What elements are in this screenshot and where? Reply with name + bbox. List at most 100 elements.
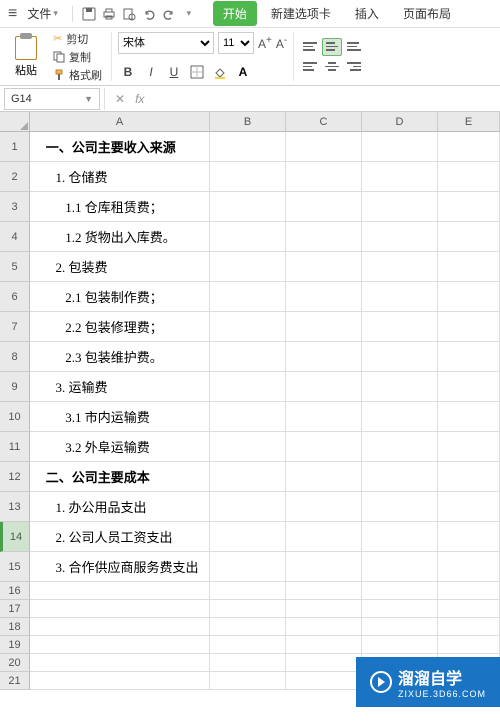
cell[interactable] (210, 192, 286, 222)
cell[interactable]: 2.1 包装制作费； (30, 282, 210, 312)
cell[interactable] (286, 252, 362, 282)
font-color-button[interactable]: A (233, 62, 253, 82)
cell[interactable]: 3. 运输费 (30, 372, 210, 402)
cell[interactable] (286, 654, 362, 672)
cell[interactable] (362, 432, 438, 462)
row-header[interactable]: 15 (0, 552, 30, 582)
cell[interactable]: 二、公司主要成本 (30, 462, 210, 492)
formula-input[interactable] (154, 88, 500, 110)
cell[interactable] (438, 600, 500, 618)
align-top-button[interactable] (300, 38, 320, 56)
cell[interactable] (210, 372, 286, 402)
cell[interactable] (210, 252, 286, 282)
chevron-down-icon[interactable]: ▾ (181, 6, 197, 22)
cell[interactable]: 一、公司主要收入来源 (30, 132, 210, 162)
tab-page-layout[interactable]: 页面布局 (393, 1, 461, 26)
cell[interactable] (210, 312, 286, 342)
cell[interactable] (286, 636, 362, 654)
cell[interactable] (438, 162, 500, 192)
cell[interactable] (438, 432, 500, 462)
cell[interactable] (438, 252, 500, 282)
cell[interactable]: 3.2 外阜运输费 (30, 432, 210, 462)
increase-font-icon[interactable]: A+ (258, 35, 272, 51)
row-header[interactable]: 3 (0, 192, 30, 222)
paste-button[interactable]: 粘贴 (6, 32, 46, 82)
cell[interactable] (210, 582, 286, 600)
row-header[interactable]: 2 (0, 162, 30, 192)
cell[interactable] (286, 342, 362, 372)
cell[interactable] (286, 552, 362, 582)
row-header[interactable]: 13 (0, 492, 30, 522)
cell[interactable] (438, 618, 500, 636)
font-name-select[interactable]: 宋体 (118, 32, 214, 54)
row-header[interactable]: 8 (0, 342, 30, 372)
cell[interactable] (362, 222, 438, 252)
cell[interactable] (210, 282, 286, 312)
cell[interactable] (438, 192, 500, 222)
align-left-button[interactable] (300, 58, 320, 76)
row-header[interactable]: 12 (0, 462, 30, 492)
cell[interactable] (438, 552, 500, 582)
row-header[interactable]: 20 (0, 654, 30, 672)
italic-button[interactable]: I (141, 62, 161, 82)
row-header[interactable]: 1 (0, 132, 30, 162)
cell[interactable] (210, 618, 286, 636)
fx-icon[interactable]: fx (135, 92, 144, 106)
cell[interactable] (362, 492, 438, 522)
cell[interactable] (210, 522, 286, 552)
cell[interactable] (210, 342, 286, 372)
align-bottom-button[interactable] (344, 38, 364, 56)
cell[interactable] (362, 132, 438, 162)
cell[interactable]: 1.1 仓库租赁费； (30, 192, 210, 222)
cell[interactable] (210, 636, 286, 654)
cell[interactable] (286, 618, 362, 636)
cell[interactable]: 2.3 包装维护费。 (30, 342, 210, 372)
cell[interactable] (210, 132, 286, 162)
cell[interactable] (286, 222, 362, 252)
cancel-icon[interactable]: ✕ (115, 92, 125, 106)
cell[interactable] (286, 132, 362, 162)
row-header[interactable]: 14 (0, 522, 30, 552)
cell[interactable] (362, 372, 438, 402)
cell[interactable] (30, 672, 210, 690)
cell[interactable]: 2. 公司人员工资支出 (30, 522, 210, 552)
cell[interactable] (438, 582, 500, 600)
cell[interactable] (362, 462, 438, 492)
underline-button[interactable]: U (164, 62, 184, 82)
cell[interactable] (210, 552, 286, 582)
cell[interactable] (362, 582, 438, 600)
cell[interactable] (286, 522, 362, 552)
row-header[interactable]: 21 (0, 672, 30, 690)
cell[interactable] (438, 342, 500, 372)
cell[interactable] (286, 372, 362, 402)
print-icon[interactable] (101, 6, 117, 22)
row-header[interactable]: 18 (0, 618, 30, 636)
col-header-E[interactable]: E (438, 112, 500, 132)
cell[interactable] (438, 312, 500, 342)
format-painter-button[interactable]: 格式刷 (50, 67, 105, 83)
cell[interactable] (438, 636, 500, 654)
cell[interactable] (286, 672, 362, 690)
fill-color-button[interactable] (210, 62, 230, 82)
cell[interactable] (286, 462, 362, 492)
cell[interactable] (210, 600, 286, 618)
row-header[interactable]: 19 (0, 636, 30, 654)
row-header[interactable]: 6 (0, 282, 30, 312)
cell[interactable] (362, 312, 438, 342)
col-header-D[interactable]: D (362, 112, 438, 132)
row-header[interactable]: 10 (0, 402, 30, 432)
cell[interactable]: 3.1 市内运输费 (30, 402, 210, 432)
cell[interactable]: 3. 合作供应商服务费支出 (30, 552, 210, 582)
col-header-C[interactable]: C (286, 112, 362, 132)
col-header-B[interactable]: B (210, 112, 286, 132)
align-right-button[interactable] (344, 58, 364, 76)
col-header-A[interactable]: A (30, 112, 210, 132)
cell[interactable]: 2. 包装费 (30, 252, 210, 282)
hamburger-icon[interactable]: ≡ (8, 5, 17, 23)
cell[interactable] (210, 432, 286, 462)
save-icon[interactable] (81, 6, 97, 22)
cell[interactable] (286, 432, 362, 462)
select-all-corner[interactable] (0, 112, 30, 132)
tab-insert[interactable]: 插入 (345, 1, 389, 26)
undo-icon[interactable] (141, 6, 157, 22)
